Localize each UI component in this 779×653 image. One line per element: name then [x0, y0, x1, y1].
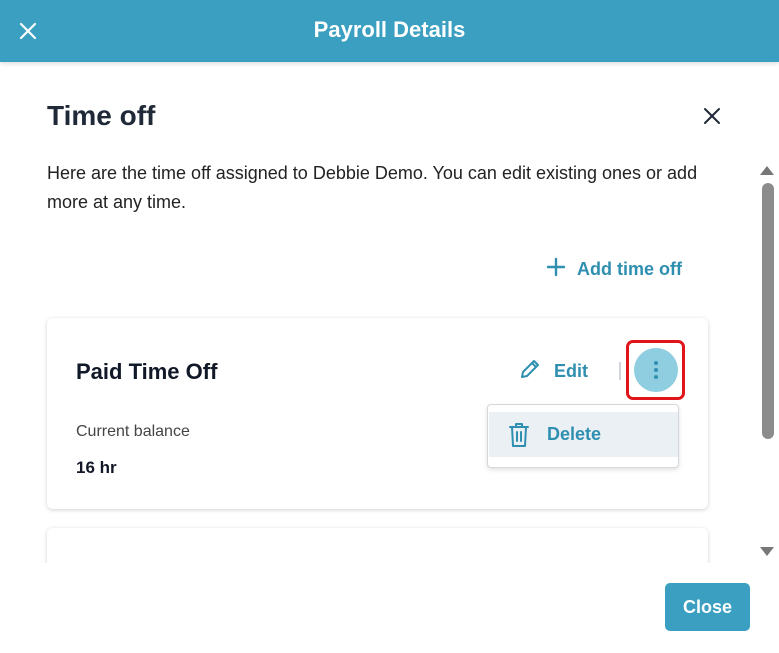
panel-title: Time off	[47, 100, 156, 131]
header-bar: Payroll Details	[0, 0, 779, 62]
panel-description: Here are the time off assigned to Debbie…	[47, 163, 698, 212]
main-content: Time off Here are the time off assigned …	[0, 62, 779, 563]
pencil-icon	[518, 357, 542, 386]
footer: Close	[0, 563, 779, 653]
page-title: Payroll Details	[313, 17, 466, 42]
trash-icon	[509, 422, 529, 447]
scroll-down-arrow[interactable]	[760, 547, 774, 556]
panel-close-icon[interactable]	[700, 104, 724, 128]
dot	[654, 375, 658, 379]
edit-label: Edit	[554, 361, 588, 381]
action-divider	[619, 362, 621, 380]
scrollbar-thumb[interactable]	[762, 183, 774, 439]
add-time-off-button[interactable]: Add time off	[545, 256, 682, 283]
delete-menu-item[interactable]: Delete	[489, 412, 678, 457]
plus-icon	[545, 256, 567, 283]
scroll-up-arrow[interactable]	[760, 166, 774, 175]
balance-value: 16 hr	[76, 458, 117, 477]
highlight-box	[626, 340, 685, 400]
dot	[654, 361, 658, 365]
time-off-card-2	[47, 528, 708, 563]
card-title: Paid Time Off	[76, 359, 218, 384]
edit-button[interactable]: Edit	[518, 357, 588, 386]
delete-label: Delete	[547, 424, 602, 444]
more-options-button[interactable]	[634, 348, 678, 392]
add-time-off-label: Add time off	[577, 259, 682, 279]
balance-label: Current balance	[76, 423, 190, 440]
dot	[654, 368, 658, 372]
options-menu: Delete	[487, 404, 679, 468]
close-button[interactable]: Close	[665, 583, 750, 631]
